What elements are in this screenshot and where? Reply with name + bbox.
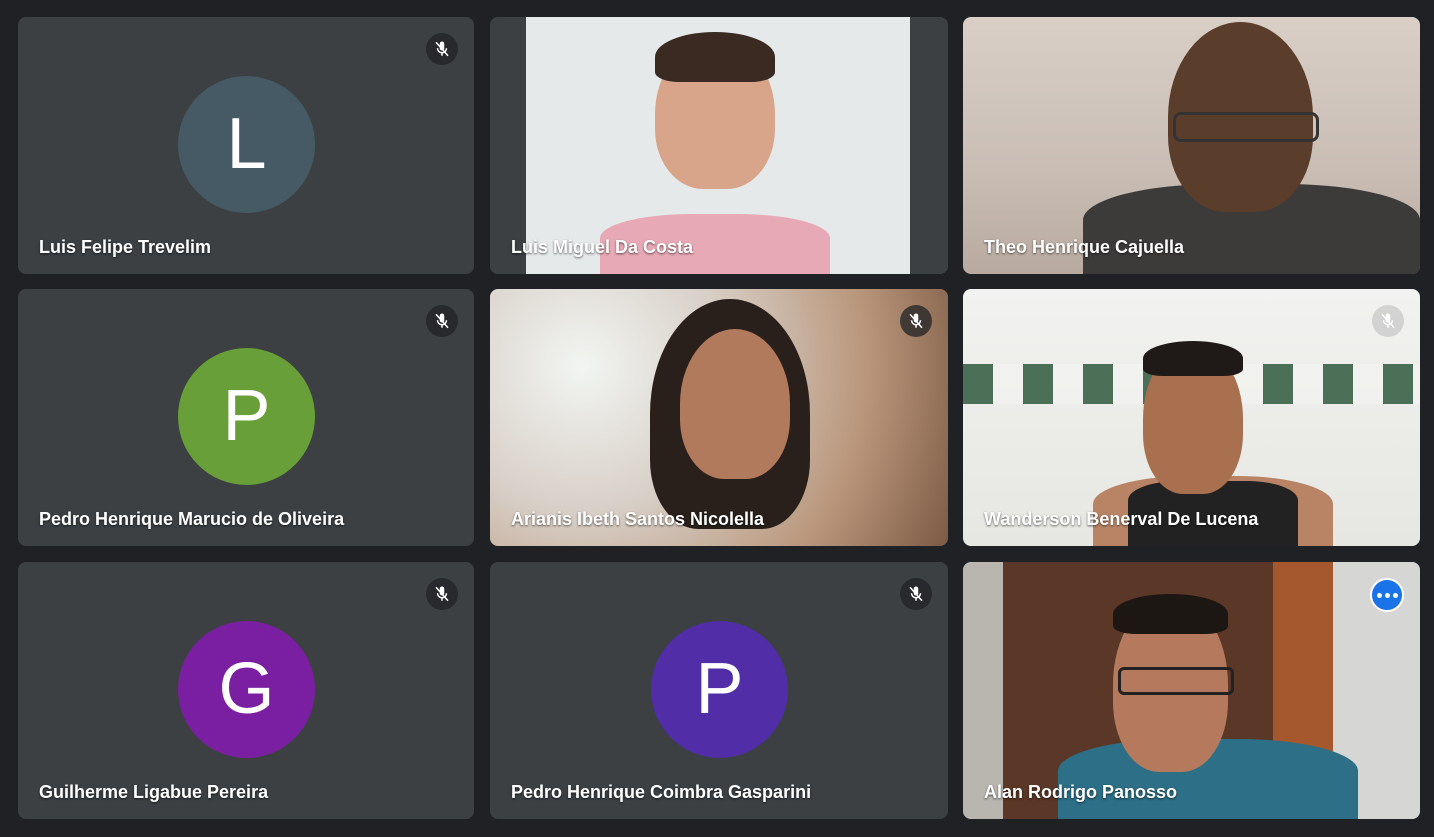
participant-video: [490, 289, 948, 546]
more-options-icon[interactable]: [1370, 578, 1404, 612]
participant-tile-luis-miguel[interactable]: Luis Miguel Da Costa: [490, 17, 948, 274]
participant-name: Pedro Henrique Coimbra Gasparini: [511, 782, 812, 802]
participant-name: Guilherme Ligabue Pereira: [39, 782, 269, 802]
participant-tile-theo[interactable]: Theo Henrique Cajuella: [963, 17, 1420, 274]
participant-video: [963, 289, 1420, 546]
mic-off-icon: [1372, 305, 1404, 337]
participant-grid: L Luis Felipe Trevelim Luis Miguel Da Co…: [0, 0, 1434, 837]
participant-tile-wanderson[interactable]: Wanderson Benerval De Lucena: [963, 289, 1420, 546]
participant-name: Wanderson Benerval De Lucena: [984, 509, 1259, 529]
participant-tile-alan[interactable]: Alan Rodrigo Panosso: [963, 562, 1420, 819]
mic-off-icon: [900, 305, 932, 337]
mic-off-icon: [900, 578, 932, 610]
participant-tile-pedro-coimbra[interactable]: P Pedro Henrique Coimbra Gasparini: [490, 562, 948, 819]
participant-name: Pedro Henrique Marucio de Oliveira: [39, 509, 345, 529]
participant-tile-arianis[interactable]: Arianis Ibeth Santos Nicolella: [490, 289, 948, 546]
participant-name: Alan Rodrigo Panosso: [984, 782, 1178, 802]
participant-name: Luis Felipe Trevelim: [39, 237, 212, 257]
participant-video: [963, 17, 1420, 274]
participant-video: [490, 17, 948, 274]
participant-video: [963, 562, 1420, 819]
participant-name: Arianis Ibeth Santos Nicolella: [511, 509, 765, 529]
avatar: L: [178, 76, 315, 213]
mic-off-icon: [426, 578, 458, 610]
participant-name: Luis Miguel Da Costa: [511, 237, 694, 257]
participant-tile-pedro-marucio[interactable]: P Pedro Henrique Marucio de Oliveira: [18, 289, 474, 546]
avatar: P: [178, 348, 315, 485]
mic-off-icon: [426, 33, 458, 65]
mic-off-icon: [426, 305, 458, 337]
participant-name: Theo Henrique Cajuella: [984, 237, 1185, 257]
avatar: G: [178, 621, 315, 758]
participant-tile-guilherme[interactable]: G Guilherme Ligabue Pereira: [18, 562, 474, 819]
participant-tile-luis-felipe[interactable]: L Luis Felipe Trevelim: [18, 17, 474, 274]
avatar: P: [651, 621, 788, 758]
